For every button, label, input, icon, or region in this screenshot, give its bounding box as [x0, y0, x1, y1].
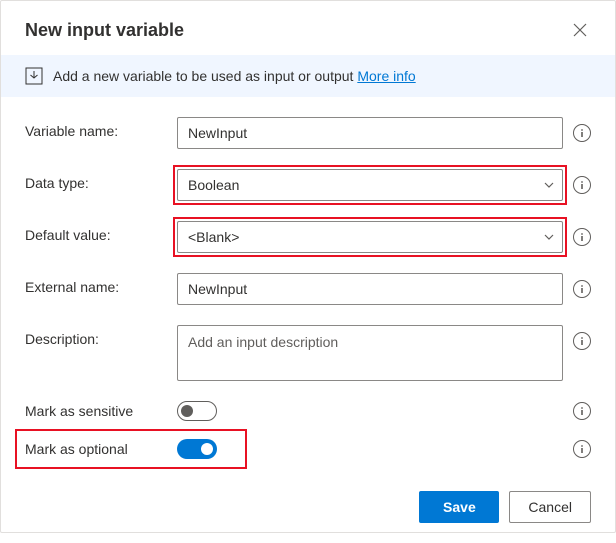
variable-badge-icon [25, 67, 43, 85]
row-variable-name: Variable name: [25, 117, 591, 149]
label-mark-optional: Mark as optional [25, 441, 177, 457]
more-info-link[interactable]: More info [357, 68, 415, 84]
info-button-description[interactable] [573, 332, 591, 350]
description-input[interactable] [177, 325, 563, 381]
info-banner-text: Add a new variable to be used as input o… [53, 68, 416, 84]
row-default-value: Default value: <Blank> [25, 221, 591, 253]
info-button-mark-optional[interactable] [573, 440, 591, 458]
info-icon [577, 336, 587, 346]
info-button-external-name[interactable] [573, 280, 591, 298]
row-mark-sensitive: Mark as sensitive [25, 401, 591, 421]
row-mark-optional: Mark as optional [25, 439, 591, 459]
variable-name-input[interactable] [177, 117, 563, 149]
row-description: Description: [25, 325, 591, 381]
info-button-variable-name[interactable] [573, 124, 591, 142]
info-icon [577, 232, 587, 242]
mark-optional-toggle[interactable] [177, 439, 217, 459]
save-button[interactable]: Save [419, 491, 499, 523]
close-button[interactable] [569, 19, 591, 41]
row-external-name: External name: [25, 273, 591, 305]
data-type-select[interactable]: Boolean [177, 169, 563, 201]
dialog-header: New input variable [1, 1, 615, 55]
info-icon [577, 180, 587, 190]
cancel-button[interactable]: Cancel [509, 491, 591, 523]
info-icon [577, 284, 587, 294]
form-area: Variable name: Data type: Boolean [1, 97, 615, 477]
info-banner: Add a new variable to be used as input o… [1, 55, 615, 97]
toggle-knob [181, 405, 193, 417]
close-icon [573, 23, 587, 37]
info-button-default-value[interactable] [573, 228, 591, 246]
toggle-knob [201, 443, 213, 455]
dialog-footer: Save Cancel [1, 477, 615, 543]
label-data-type: Data type: [25, 169, 177, 191]
default-value-select[interactable]: <Blank> [177, 221, 563, 253]
label-default-value: Default value: [25, 221, 177, 243]
info-button-data-type[interactable] [573, 176, 591, 194]
mark-sensitive-toggle[interactable] [177, 401, 217, 421]
label-mark-sensitive: Mark as sensitive [25, 403, 177, 419]
info-icon [577, 444, 587, 454]
info-icon [577, 406, 587, 416]
row-data-type: Data type: Boolean [25, 169, 591, 201]
new-input-variable-dialog: New input variable Add a new variable to… [0, 0, 616, 533]
label-variable-name: Variable name: [25, 117, 177, 139]
label-external-name: External name: [25, 273, 177, 295]
external-name-input[interactable] [177, 273, 563, 305]
dialog-title: New input variable [25, 20, 184, 41]
info-button-mark-sensitive[interactable] [573, 402, 591, 420]
info-icon [577, 128, 587, 138]
label-description: Description: [25, 325, 177, 347]
